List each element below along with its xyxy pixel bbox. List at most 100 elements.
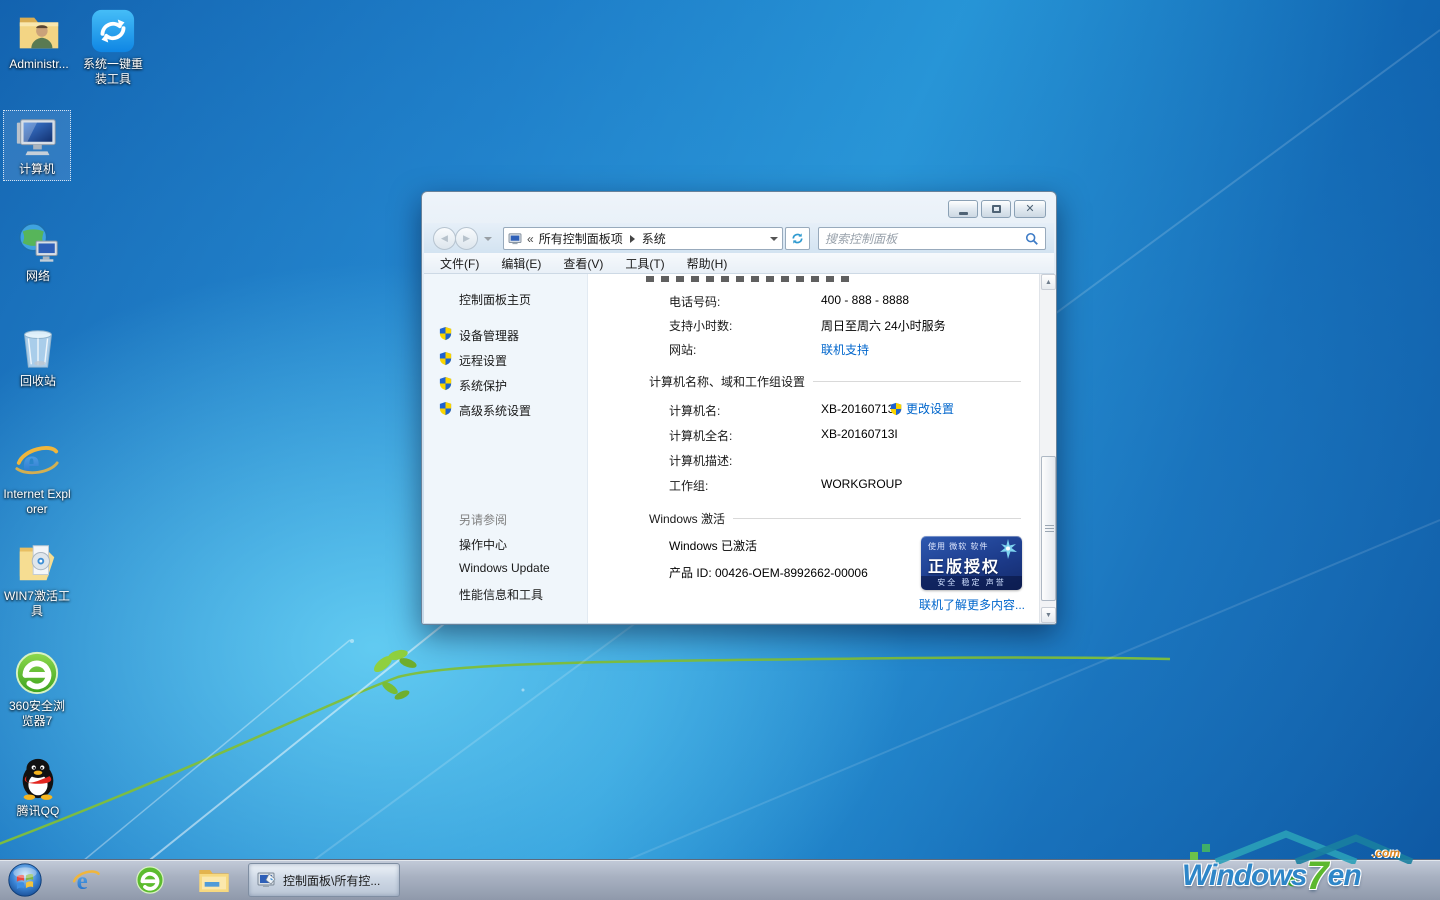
folder-disc-icon	[14, 540, 60, 586]
menu-file[interactable]: 文件(F)	[440, 255, 479, 272]
desktop-icon-administrator[interactable]: Administr...	[5, 6, 73, 75]
ie-icon: e	[14, 438, 60, 484]
forward-button[interactable]: ▶	[455, 227, 478, 250]
sidebar-item-advanced-system-settings[interactable]: 高级系统设置	[459, 402, 531, 419]
task-button-label: 控制面板\所有控...	[283, 872, 380, 889]
uac-shield-icon	[438, 326, 453, 341]
menu-tools[interactable]: 工具(T)	[625, 255, 664, 272]
computer-description-label: 计算机描述:	[669, 452, 732, 469]
sidebar-item-label: 设备管理器	[459, 329, 519, 343]
breadcrumb-root[interactable]: 所有控制面板项	[539, 230, 623, 247]
start-button[interactable]	[5, 863, 45, 897]
full-computer-name-value: XB-20160713I	[821, 427, 898, 441]
section-rule	[733, 518, 1021, 519]
workgroup-value: WORKGROUP	[821, 477, 902, 491]
menu-help[interactable]: 帮助(H)	[687, 255, 728, 272]
breadcrumb-current[interactable]: 系统	[642, 230, 666, 247]
desktop-icon-label: 腾讯QQ	[4, 804, 72, 819]
computer-name-value: XB-20160713I	[821, 402, 898, 416]
sidebar-item-device-manager[interactable]: 设备管理器	[459, 327, 519, 344]
change-settings-link[interactable]: 更改设置	[889, 400, 954, 417]
genuine-software-badge[interactable]: 使用 微软 软件 正版授权 安全 稳定 声誉	[921, 536, 1022, 590]
uac-shield-icon	[889, 402, 903, 416]
minimize-button[interactable]	[948, 200, 978, 218]
maximize-button[interactable]	[981, 200, 1011, 218]
scroll-down-button[interactable]: ▼	[1041, 607, 1056, 623]
minimize-icon	[959, 212, 968, 215]
breadcrumb-separator-icon	[630, 235, 635, 243]
forward-arrow-icon: ▶	[463, 233, 470, 244]
address-bar[interactable]: « 所有控制面板项 系统	[503, 227, 783, 250]
badge-star-icon	[998, 539, 1018, 559]
phone-value: 400 - 888 - 8888	[821, 293, 909, 307]
network-icon	[15, 220, 61, 266]
phone-label: 电话号码:	[669, 293, 720, 310]
360-browser-icon	[14, 650, 60, 696]
sidebar-item-performance-tools[interactable]: 性能信息和工具	[459, 586, 543, 603]
taskbar: e 控制面板\所有控... 上午11:45	[0, 859, 1440, 900]
back-button[interactable]: ◀	[433, 227, 456, 250]
search-placeholder: 搜索控制面板	[825, 230, 1025, 247]
menu-edit[interactable]: 编辑(E)	[501, 255, 541, 272]
qq-penguin-icon	[15, 755, 61, 801]
windows-start-orb-icon	[7, 862, 43, 898]
desktop-icon-computer[interactable]: 计算机	[3, 110, 71, 181]
scroll-up-icon: ▲	[1045, 279, 1052, 286]
scrollbar-grip	[1045, 525, 1054, 533]
sidebar-item-action-center[interactable]: 操作中心	[459, 536, 507, 553]
folder-icon	[198, 866, 230, 894]
change-settings-label: 更改设置	[906, 400, 954, 417]
vertical-scrollbar[interactable]: ▲ ▼	[1039, 274, 1056, 623]
desktop-icon-360-browser[interactable]: 360安全浏览器7	[3, 648, 71, 732]
support-hours-value: 周日至周六 24小时服务	[821, 317, 946, 334]
scroll-up-button[interactable]: ▲	[1041, 274, 1056, 290]
sidebar-item-system-protection[interactable]: 系统保护	[459, 377, 507, 394]
sidebar-item-control-panel-home[interactable]: 控制面板主页	[459, 291, 531, 308]
action-center-flag-icon[interactable]	[1280, 869, 1298, 887]
back-arrow-icon: ◀	[441, 233, 448, 244]
close-button[interactable]: ✕	[1014, 200, 1046, 218]
sidebar-see-also-header: 另请参阅	[459, 511, 507, 528]
address-dropdown-icon[interactable]	[770, 237, 778, 241]
desktop-icon-network[interactable]: 网络	[4, 218, 72, 287]
search-box[interactable]: 搜索控制面板	[818, 227, 1046, 250]
navigation-bar: ◀ ▶ « 所有控制面板项 系统 搜索控制面板	[424, 223, 1054, 253]
close-icon: ✕	[1025, 204, 1034, 215]
caption-buttons: ✕	[948, 200, 1046, 218]
recycle-bin-icon	[15, 325, 61, 371]
recent-pages-dropdown-icon[interactable]	[484, 237, 492, 241]
maximize-icon	[992, 205, 1001, 213]
badge-line3: 安全 稳定 声誉	[921, 576, 1022, 590]
learn-more-online-link[interactable]: 联机了解更多内容...	[919, 596, 1025, 613]
desktop-icon-win7-activation-tool[interactable]: WIN7激活工具	[3, 538, 71, 622]
desktop-icon-reinstall-tool[interactable]: 系统一键重装工具	[79, 6, 147, 90]
menu-view[interactable]: 查看(V)	[563, 255, 603, 272]
uac-shield-icon	[438, 351, 453, 366]
taskbar-360-browser-button[interactable]	[130, 863, 170, 897]
desktop-icon-label: WIN7激活工具	[3, 589, 71, 619]
taskbar-task-control-panel[interactable]: 控制面板\所有控...	[248, 863, 400, 897]
refresh-button[interactable]	[785, 227, 810, 250]
sidebar-item-windows-update[interactable]: Windows Update	[459, 561, 550, 575]
sidebar-item-label: 高级系统设置	[459, 404, 531, 418]
desktop-icon-qq[interactable]: 腾讯QQ	[4, 753, 72, 822]
activation-status: Windows 已激活	[669, 537, 757, 554]
search-icon[interactable]	[1025, 232, 1039, 246]
sidebar-item-remote-settings[interactable]: 远程设置	[459, 352, 507, 369]
system-reinstall-icon	[90, 8, 136, 54]
support-hours-label: 支持小时数:	[669, 317, 732, 334]
menu-bar: 文件(F) 编辑(E) 查看(V) 工具(T) 帮助(H)	[424, 253, 1054, 274]
workgroup-label: 工作组:	[669, 477, 708, 494]
desktop-icon-recycle-bin[interactable]: 回收站	[4, 323, 72, 392]
online-support-link[interactable]: 联机支持	[821, 341, 869, 358]
section-title: Windows 激活	[649, 510, 725, 527]
taskbar-explorer-button[interactable]	[194, 863, 234, 897]
scrollbar-thumb[interactable]	[1041, 456, 1056, 601]
computer-name-section-header: 计算机名称、域和工作组设置	[649, 373, 1021, 390]
desktop-icon-label: 网络	[4, 269, 72, 284]
address-computer-icon	[508, 233, 522, 245]
sidebar-item-label: 系统保护	[459, 379, 507, 393]
desktop-icon-label: 系统一键重装工具	[79, 57, 147, 87]
desktop-icon-internet-explorer[interactable]: e Internet Explorer	[3, 436, 71, 520]
taskbar-ie-button[interactable]: e	[66, 863, 106, 897]
